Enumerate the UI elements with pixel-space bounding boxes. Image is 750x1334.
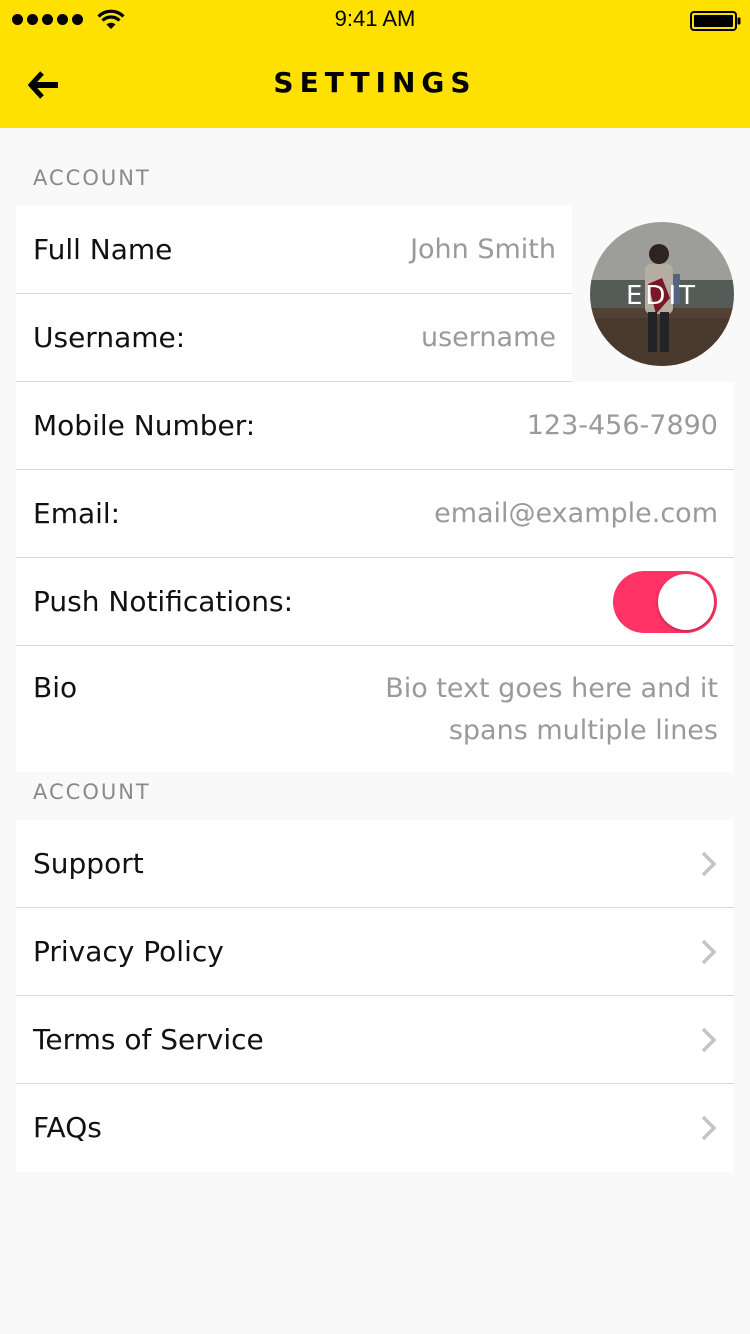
bio-label: Bio [33, 671, 78, 704]
support-row[interactable]: Support [16, 820, 734, 908]
support-label: Support [33, 847, 144, 880]
terms-of-service-row[interactable]: Terms of Service [16, 996, 734, 1084]
section-label-account: ACCOUNT [33, 166, 151, 190]
status-time: 9:41 AM [334, 6, 416, 31]
chevron-right-icon [701, 1115, 717, 1141]
section-label-links: ACCOUNT [33, 780, 151, 804]
status-bar: 9:41 AM [0, 0, 750, 40]
bio-text-line: spans multiple lines [448, 715, 718, 746]
toggle-knob [658, 574, 714, 630]
email-field[interactable]: email@example.com [434, 470, 718, 558]
faqs-row[interactable]: FAQs [16, 1084, 734, 1172]
username-label: Username: [33, 321, 186, 354]
bio-field[interactable]: Bio text goes here and it spans multiple… [358, 668, 718, 752]
email-row[interactable]: Email: email@example.com [16, 470, 734, 558]
mobile-number-row[interactable]: Mobile Number: 123-456-7890 [16, 382, 734, 470]
chevron-right-icon [701, 851, 717, 877]
mobile-number-label: Mobile Number: [33, 409, 256, 442]
edit-avatar-label[interactable]: EDIT [590, 222, 734, 366]
page-title: SETTINGS [273, 66, 477, 99]
privacy-policy-row[interactable]: Privacy Policy [16, 908, 734, 996]
bio-row[interactable]: Bio Bio text goes here and it spans mult… [16, 646, 734, 772]
email-label: Email: [33, 497, 121, 530]
privacy-policy-label: Privacy Policy [33, 935, 224, 968]
terms-of-service-label: Terms of Service [33, 1023, 264, 1056]
full-name-label: Full Name [33, 233, 173, 266]
full-name-field[interactable]: John Smith [410, 206, 556, 294]
avatar[interactable]: EDIT [590, 222, 734, 366]
username-field[interactable]: username [421, 294, 556, 382]
push-notifications-label: Push Notifications: [33, 585, 294, 618]
bio-text-line: Bio text goes here and it [385, 673, 718, 704]
username-row[interactable]: Username: username [16, 294, 572, 382]
faqs-label: FAQs [33, 1111, 102, 1144]
push-notifications-toggle[interactable] [613, 571, 717, 633]
chevron-right-icon [701, 939, 717, 965]
mobile-number-field[interactable]: 123-456-7890 [527, 382, 718, 470]
header: 9:41 AM SETTINGS [0, 0, 750, 128]
battery-icon [690, 11, 741, 31]
full-name-row[interactable]: Full Name John Smith [16, 206, 572, 294]
chevron-right-icon [701, 1027, 717, 1053]
